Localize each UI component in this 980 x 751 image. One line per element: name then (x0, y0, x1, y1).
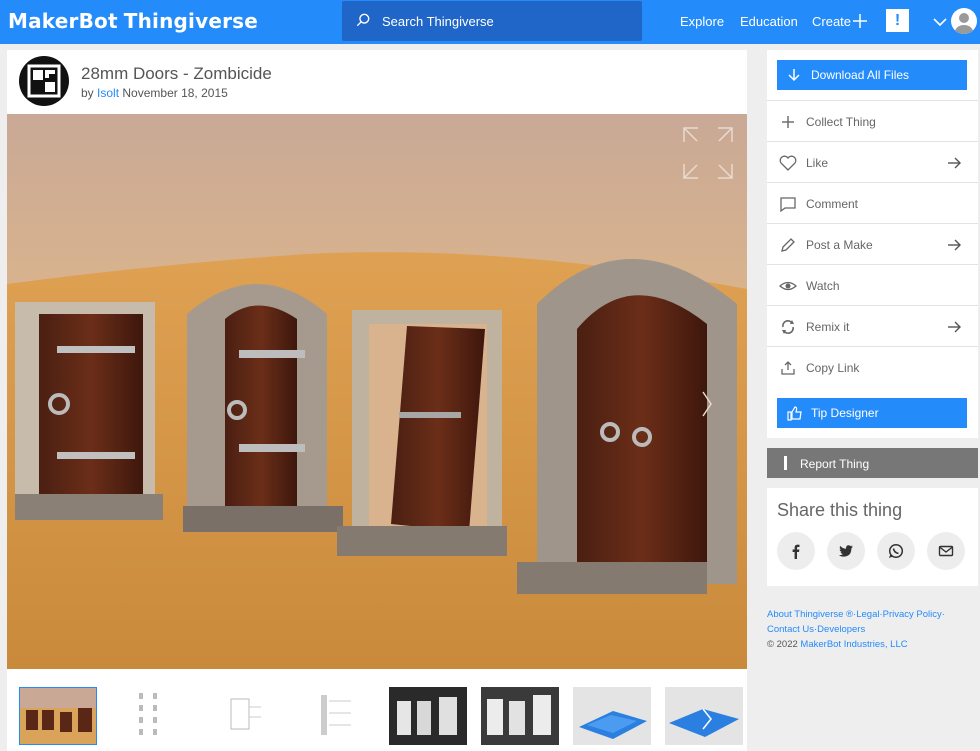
footer-links: About Thingiverse ®·Legal·Privacy Policy… (767, 609, 945, 650)
contact-us-link[interactable]: Contact Us (767, 624, 814, 635)
top-nav-bar: MakerBot Thingiverse Search Thingiverse E… (0, 0, 980, 44)
creator-logo-icon (27, 64, 61, 98)
collect-thing-label: Collect Thing (806, 115, 876, 129)
thumbnail-2[interactable] (111, 687, 189, 745)
download-arrow-icon (788, 69, 800, 82)
thumbnail-render-image (389, 687, 467, 745)
share-whatsapp-button[interactable] (877, 532, 915, 570)
share-facebook-button[interactable] (777, 532, 815, 570)
thumbnail-drawing-image (295, 687, 373, 745)
create-plus-icon[interactable] (852, 13, 868, 29)
comment-label: Comment (806, 197, 859, 211)
remix-it-label: Remix it (806, 320, 850, 334)
remix-icon (782, 320, 794, 334)
nav-create[interactable]: Create (812, 14, 851, 29)
download-all-files-button[interactable]: Download All Files (777, 60, 967, 90)
report-thing-label: Report Thing (800, 457, 870, 471)
post-a-make-button[interactable]: Post a Make (767, 223, 978, 264)
like-label: Like (806, 156, 829, 170)
share-title: Share this thing (777, 500, 903, 520)
developers-link[interactable]: Developers (817, 624, 865, 635)
nav-explore[interactable]: Explore (680, 14, 724, 29)
thumbnail-strip (7, 683, 747, 751)
thing-byline: by Isolt November 18, 2015 (81, 86, 228, 100)
about-thingiverse-link[interactable]: About Thingiverse ® (767, 609, 853, 620)
legal-link[interactable]: Legal (856, 609, 879, 620)
thumbnail-render-image (665, 687, 743, 745)
arrow-right-icon[interactable] (947, 320, 961, 334)
privacy-policy-link[interactable]: Privacy Policy (883, 609, 942, 620)
makerbot-company-link[interactable]: MakerBot Industries, LLC (800, 639, 907, 650)
chevron-down-icon[interactable] (933, 17, 947, 27)
download-all-files-label: Download All Files (811, 68, 910, 82)
user-avatar[interactable] (951, 8, 977, 34)
facebook-icon (792, 544, 800, 559)
share-email-button[interactable] (927, 532, 965, 570)
thumbnail-photo-image (20, 688, 96, 744)
creator-avatar[interactable] (19, 56, 69, 106)
like-button[interactable]: Like (767, 141, 978, 182)
author-link[interactable]: Isolt (97, 86, 119, 100)
remix-it-button[interactable]: Remix it (767, 305, 978, 346)
thumbnail-render-image (573, 687, 651, 745)
search-icon (356, 13, 370, 27)
by-label: by (81, 86, 94, 100)
upload-icon (781, 361, 795, 375)
share-twitter-button[interactable] (827, 532, 865, 570)
search-bar[interactable]: Search Thingiverse (342, 1, 642, 41)
nav-education[interactable]: Education (740, 14, 798, 29)
flag-icon (784, 456, 787, 470)
thumbs-up-icon (787, 406, 802, 421)
copy-link-label: Copy Link (806, 361, 860, 375)
thumbnail-render-image (481, 687, 559, 745)
thumbnail-1[interactable] (19, 687, 97, 745)
email-icon (938, 545, 954, 557)
tip-designer-label: Tip Designer (811, 406, 879, 420)
comment-button[interactable]: Comment (767, 182, 978, 223)
arrow-right-icon[interactable] (947, 156, 961, 170)
watch-label: Watch (806, 279, 840, 293)
share-card: Share this thing (767, 488, 978, 586)
thumbnail-6[interactable] (481, 687, 559, 745)
copyright-text: © 2022 (767, 639, 798, 650)
whatsapp-icon (888, 543, 904, 559)
thingiverse-logo[interactable]: MakerBot Thingiverse (8, 9, 258, 33)
thing-main-panel: 28mm Doors - Zombicide by Isolt November… (7, 50, 747, 751)
brand-makerbot: MakerBot (8, 9, 118, 33)
comment-icon (780, 197, 796, 213)
brand-thingiverse: Thingiverse (123, 9, 259, 33)
heart-icon (779, 155, 797, 171)
copy-link-button[interactable]: Copy Link (767, 346, 978, 387)
thumbnail-4[interactable] (295, 687, 373, 745)
user-icon (955, 13, 973, 34)
watch-button[interactable]: Watch (767, 264, 978, 305)
thumbnail-3[interactable] (203, 687, 281, 745)
post-a-make-label: Post a Make (806, 238, 873, 252)
eye-icon (779, 281, 797, 291)
arrow-right-icon[interactable] (947, 238, 961, 252)
thumbnail-drawing-image (203, 687, 281, 745)
main-photo[interactable] (7, 114, 747, 669)
notifications-button[interactable]: ! (886, 9, 909, 32)
thumbnail-7[interactable] (573, 687, 651, 745)
twitter-icon (838, 545, 853, 557)
plus-icon (782, 116, 794, 128)
thumbnail-drawing-image (111, 687, 189, 745)
report-thing-button[interactable]: Report Thing (767, 448, 978, 478)
pencil-icon (781, 238, 795, 252)
thing-title: 28mm Doors - Zombicide (81, 64, 272, 83)
doors-photo-image (7, 114, 747, 669)
thumbnail-8[interactable] (665, 687, 743, 745)
search-placeholder: Search Thingiverse (382, 14, 494, 29)
actions-card: Download All Files Collect Thing Like Co… (767, 50, 978, 438)
publish-date: November 18, 2015 (122, 86, 228, 100)
collect-thing-button[interactable]: Collect Thing (767, 100, 978, 141)
thumbnail-5[interactable] (389, 687, 467, 745)
tip-designer-button[interactable]: Tip Designer (777, 398, 967, 428)
